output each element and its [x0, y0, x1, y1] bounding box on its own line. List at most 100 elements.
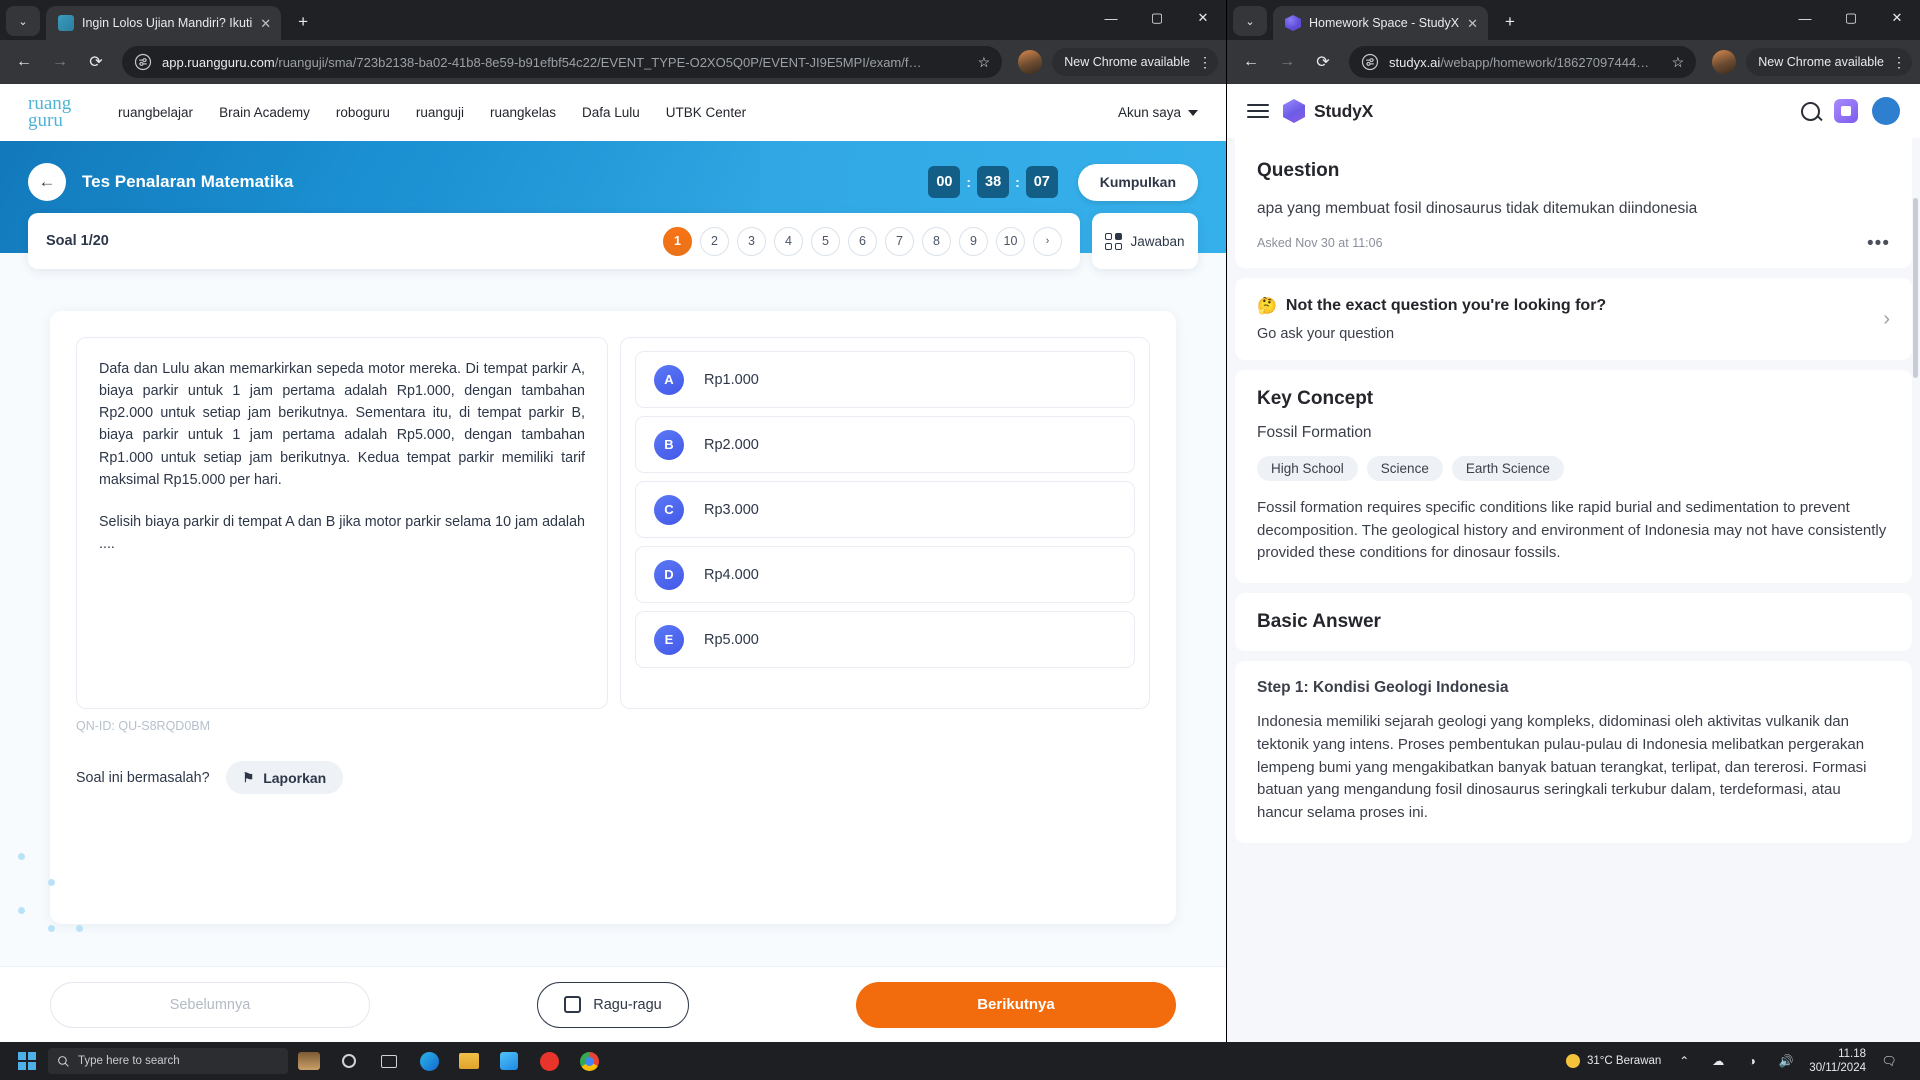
hamburger-menu-icon[interactable] [1247, 104, 1269, 118]
nav-item-ruangbelajar[interactable]: ruangbelajar [118, 105, 193, 120]
checkbox-icon[interactable] [564, 996, 582, 1013]
mark-doubt-button[interactable]: Ragu-ragu [537, 981, 689, 1028]
edge-icon[interactable] [410, 1045, 448, 1077]
favicon-studyx-icon [1285, 15, 1301, 31]
studyx-content-scroll[interactable]: Question apa yang membuat fosil dinosaur… [1227, 138, 1920, 1042]
question-number-10[interactable]: 10 [996, 226, 1025, 256]
address-bar-right[interactable]: studyx.ai/webapp/homework/18627097444… ☆ [1349, 46, 1697, 78]
taskbar-app-1[interactable] [290, 1045, 328, 1077]
nav-item-roboguru[interactable]: roboguru [336, 105, 390, 120]
answer-option-d[interactable]: D Rp4.000 [635, 546, 1135, 603]
answer-option-b[interactable]: B Rp2.000 [635, 416, 1135, 473]
nav-item-brain-academy[interactable]: Brain Academy [219, 105, 310, 120]
reload-icon[interactable]: ⟳ [80, 46, 112, 78]
browser-menu-icon-right[interactable]: ⋮ [1892, 55, 1906, 69]
nav-item-utbk-center[interactable]: UTBK Center [666, 105, 746, 120]
new-tab-button-right[interactable]: + [1496, 8, 1524, 36]
go-ask-your-question-link[interactable]: Go ask your question [1257, 326, 1871, 342]
minimize-button[interactable]: — [1088, 0, 1134, 36]
answer-option-a[interactable]: A Rp1.000 [635, 351, 1135, 408]
site-settings-icon[interactable] [134, 53, 152, 71]
tag-earth-science[interactable]: Earth Science [1451, 456, 1564, 482]
question-number-3[interactable]: 3 [737, 226, 766, 256]
tag-high-school[interactable]: High School [1257, 456, 1358, 482]
report-button[interactable]: ⚑ Laporkan [225, 761, 344, 794]
new-tab-button[interactable]: + [289, 8, 317, 36]
notifications-icon[interactable]: 🗨 [1878, 1050, 1900, 1072]
back-icon[interactable]: ← [8, 46, 40, 78]
tag-science[interactable]: Science [1366, 456, 1443, 482]
next-page-chevron-icon[interactable]: › [1033, 226, 1062, 256]
close-window-button-right[interactable]: ✕ [1874, 0, 1920, 36]
content-scrollbar[interactable] [1913, 198, 1918, 378]
forward-icon-right[interactable]: → [1271, 46, 1303, 78]
forward-icon[interactable]: → [44, 46, 76, 78]
address-bar[interactable]: app.ruangguru.com/ruanguji/sma/723b2138-… [122, 46, 1003, 78]
user-avatar[interactable] [1872, 97, 1900, 125]
store-icon[interactable] [490, 1045, 528, 1077]
timer-separator-1: : [966, 174, 972, 190]
task-view-icon[interactable] [370, 1045, 408, 1077]
profile-avatar-right[interactable] [1712, 50, 1737, 74]
nav-item-dafa-lulu[interactable]: Dafa Lulu [582, 105, 640, 120]
reload-icon-right[interactable]: ⟳ [1307, 46, 1339, 78]
browser-tab-ruangguru[interactable]: Ingin Lolos Ujian Mandiri? Ikuti ✕ [46, 6, 282, 40]
previous-question-button[interactable]: Sebelumnya [50, 981, 370, 1028]
bookmark-star-icon[interactable]: ☆ [978, 54, 991, 71]
studyx-logo[interactable]: StudyX [1283, 99, 1373, 123]
question-number-6[interactable]: 6 [848, 226, 877, 256]
chrome-update-button-right[interactable]: New Chrome available ⋮ [1746, 48, 1912, 76]
submit-exam-button[interactable]: Kumpulkan [1077, 163, 1198, 201]
browser-menu-icon[interactable]: ⋮ [1198, 55, 1212, 69]
site-settings-icon-right[interactable] [1361, 53, 1379, 71]
maximize-button[interactable]: ▢ [1134, 0, 1180, 36]
question-number-1[interactable]: 1 [663, 226, 692, 256]
answer-option-e[interactable]: E Rp5.000 [635, 611, 1135, 668]
tab-search-chevron-icon[interactable]: ⌄ [6, 6, 40, 36]
browser-tab-studyx[interactable]: Homework Space - StudyX ✕ [1273, 6, 1488, 40]
opera-icon[interactable] [530, 1045, 568, 1077]
thinking-face-icon: 🤔 [1257, 298, 1277, 316]
not-exact-question-card[interactable]: 🤔 Not the exact question you're looking … [1235, 278, 1912, 361]
close-icon[interactable]: ✕ [260, 17, 271, 30]
exam-back-button[interactable]: ← [28, 163, 66, 201]
minimize-button-right[interactable]: — [1782, 0, 1828, 36]
account-menu[interactable]: Akun saya [1118, 105, 1198, 120]
taskbar-search[interactable]: Type here to search [48, 1048, 288, 1074]
key-concept-name: Fossil Formation [1257, 424, 1372, 442]
chevron-right-icon[interactable]: › [1883, 308, 1890, 331]
search-icon[interactable] [1801, 101, 1820, 121]
maximize-button-right[interactable]: ▢ [1828, 0, 1874, 36]
answer-option-c[interactable]: C Rp3.000 [635, 481, 1135, 538]
more-options-icon[interactable]: ••• [1867, 233, 1890, 253]
start-button[interactable] [10, 1052, 44, 1070]
close-window-button[interactable]: ✕ [1180, 0, 1226, 36]
question-number-9[interactable]: 9 [959, 226, 988, 256]
nav-item-ruangkelas[interactable]: ruangkelas [490, 105, 556, 120]
back-icon-right[interactable]: ← [1235, 46, 1267, 78]
cortana-icon[interactable] [330, 1045, 368, 1077]
close-icon-right[interactable]: ✕ [1467, 17, 1478, 30]
network-icon[interactable]: ◑ [1741, 1050, 1763, 1072]
chrome-update-button[interactable]: New Chrome available ⋮ [1052, 48, 1218, 76]
file-explorer-icon[interactable] [450, 1045, 488, 1077]
taskbar-clock[interactable]: 11.18 30/11/2024 [1809, 1047, 1866, 1076]
nav-item-ruanguji[interactable]: ruanguji [416, 105, 464, 120]
question-number-4[interactable]: 4 [774, 226, 803, 256]
next-question-button[interactable]: Berikutnya [855, 981, 1176, 1028]
bookmark-star-icon-right[interactable]: ☆ [1672, 54, 1685, 71]
question-number-8[interactable]: 8 [922, 226, 951, 256]
chrome-icon[interactable] [570, 1045, 608, 1077]
answer-sheet-button[interactable]: Jawaban [1092, 213, 1198, 269]
ruangguru-logo[interactable]: ruang guru [28, 94, 90, 130]
show-hidden-icons-icon[interactable]: ⌃ [1673, 1050, 1695, 1072]
question-number-2[interactable]: 2 [700, 226, 729, 256]
onedrive-icon[interactable]: ☁ [1707, 1050, 1729, 1072]
question-number-7[interactable]: 7 [885, 226, 914, 256]
app-switch-icon[interactable] [1834, 99, 1858, 123]
weather-indicator[interactable]: 31°C Berawan [1566, 1054, 1661, 1068]
tab-search-chevron-icon-right[interactable]: ⌄ [1233, 6, 1267, 36]
volume-icon[interactable]: 🔊 [1775, 1050, 1797, 1072]
profile-avatar[interactable] [1018, 50, 1043, 74]
question-number-5[interactable]: 5 [811, 226, 840, 256]
